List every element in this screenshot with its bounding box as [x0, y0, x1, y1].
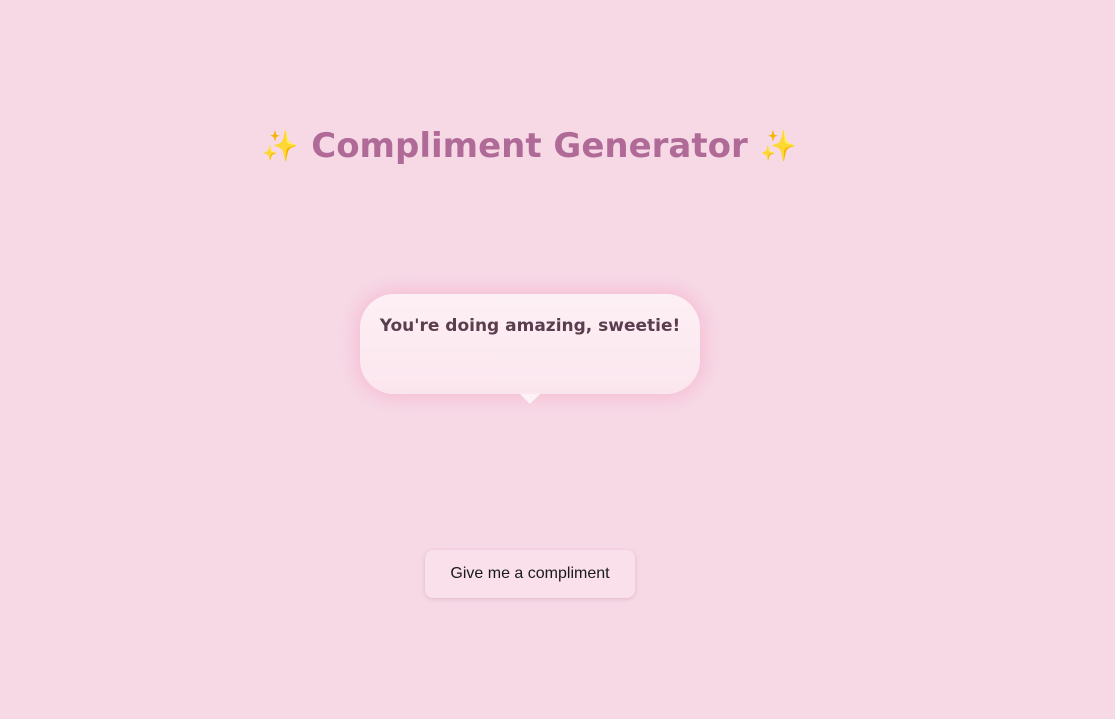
- compliment-bubble: You're doing amazing, sweetie!: [360, 294, 700, 404]
- page-title: ✨ Compliment Generator ✨: [0, 124, 1059, 169]
- sparkles-icon: ✨: [261, 129, 300, 164]
- give-compliment-button[interactable]: Give me a compliment: [425, 550, 635, 598]
- compliment-text: You're doing amazing, sweetie!: [379, 316, 681, 336]
- sparkles-icon: ✨: [759, 129, 798, 164]
- speech-bubble-tail: [520, 394, 540, 404]
- page-title-text: Compliment Generator: [311, 126, 748, 166]
